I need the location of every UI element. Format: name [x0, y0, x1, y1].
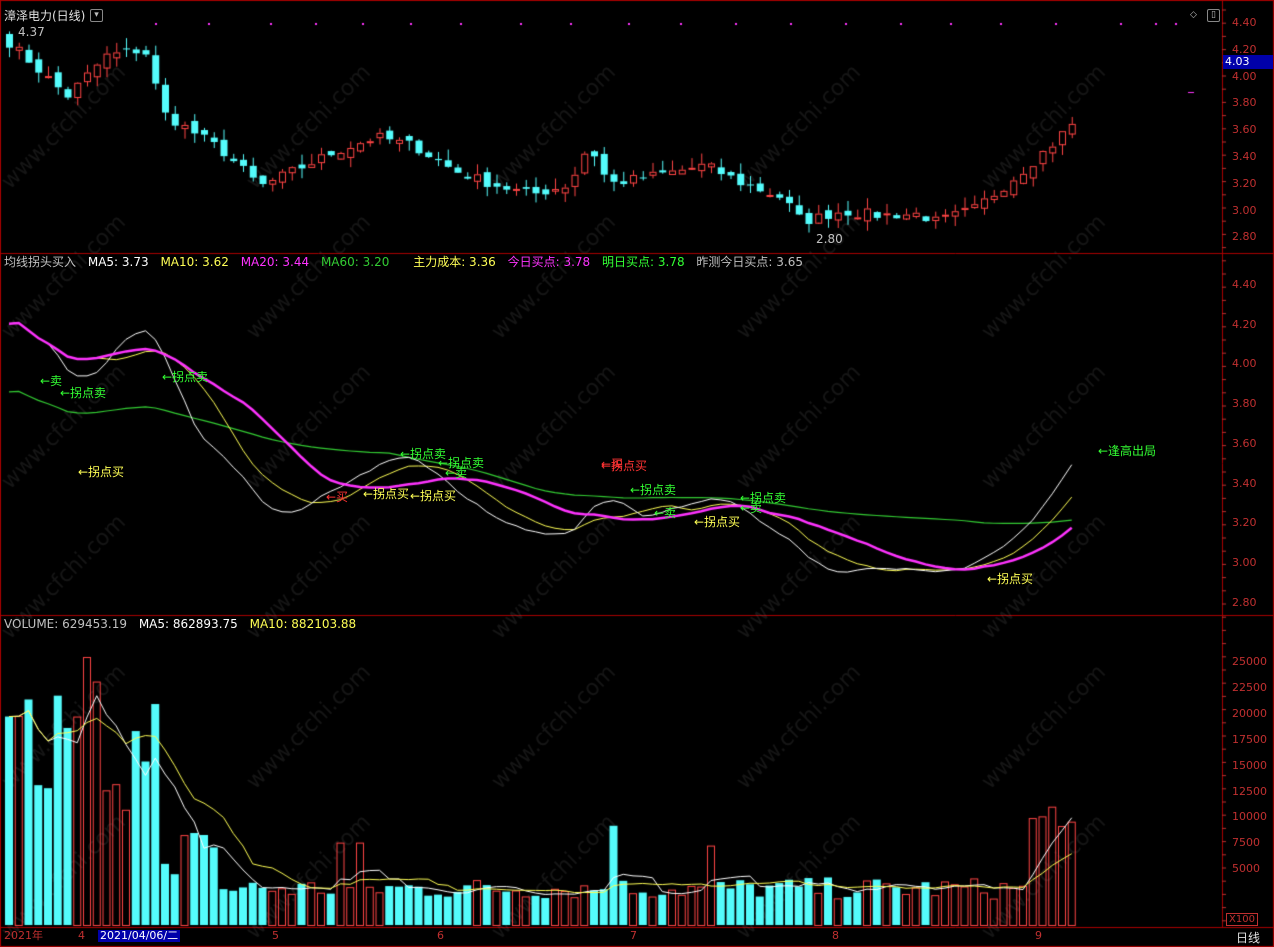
- date-tick: 2021年: [4, 929, 43, 942]
- indicator-axis-tick: 3.00: [1232, 555, 1257, 569]
- yesterday-guess-value: 昨测今日买点: 3.65: [696, 255, 803, 269]
- date-tick: 8: [832, 929, 839, 942]
- price-axis-tick: 2.80: [1232, 230, 1257, 244]
- date-tick: 9: [1035, 929, 1042, 942]
- date-tick: 7: [630, 929, 637, 942]
- ma5-value: MA5: 3.73: [87, 255, 149, 269]
- signal-sell: ←卖: [740, 501, 763, 515]
- price-low-label: 2.80: [816, 232, 843, 246]
- ma20-value: MA20: 3.44: [240, 255, 310, 269]
- stock-chart-canvas[interactable]: [0, 0, 1274, 947]
- volume-axis-tick: 7500: [1232, 836, 1260, 850]
- signal-redsig: ←买: [326, 490, 349, 504]
- price-high-label: 4.37: [18, 25, 45, 39]
- volume-unit: X100: [1226, 913, 1258, 926]
- signal-buy: ←拐点买: [694, 515, 741, 529]
- date-tick: 6: [437, 929, 444, 942]
- indicator-axis-tick: 4.00: [1232, 357, 1257, 371]
- signal-buy: ←拐点买: [78, 465, 125, 479]
- volume-axis-tick: 17500: [1232, 732, 1267, 746]
- price-axis-tick: 3.20: [1232, 176, 1257, 190]
- price-axis-tick: 4.20: [1232, 42, 1257, 56]
- main-cost-value: 主力成本: 3.36: [413, 255, 496, 269]
- indicator-axis-tick: 3.80: [1232, 397, 1257, 411]
- volume-header: VOLUME: 629453.19 MA5: 862893.75 MA10: 8…: [4, 617, 364, 631]
- indicator-axis-tick: 3.40: [1232, 476, 1257, 490]
- signal-sell: ←拐点卖: [162, 370, 209, 384]
- signal-sell: ←拐点卖: [60, 386, 107, 400]
- title-menu-icon[interactable]: ▾: [90, 9, 103, 22]
- chart-title-bar: 漳泽电力(日线): [4, 9, 93, 23]
- today-buy-value: 今日买点: 3.78: [507, 255, 591, 269]
- diamond-icon[interactable]: ◇: [1188, 10, 1199, 21]
- stock-title[interactable]: 漳泽电力(日线): [4, 9, 85, 23]
- price-axis-tick: 4.00: [1232, 69, 1257, 83]
- signal-redsig: ←拐点买: [601, 459, 648, 473]
- signal-sell: ←逢高出局: [1098, 444, 1157, 458]
- period-label[interactable]: 日线: [1236, 929, 1260, 946]
- signal-sell: ←拐点卖: [630, 483, 677, 497]
- indicator-axis-tick: 4.20: [1232, 317, 1257, 331]
- ma10-value: MA10: 3.62: [160, 255, 229, 269]
- price-axis-tick: 3.40: [1232, 150, 1257, 163]
- price-axis-tick: 3.80: [1232, 96, 1257, 110]
- price-axis-tick: 3.60: [1232, 123, 1257, 137]
- volume-axis-tick: 15000: [1232, 758, 1267, 772]
- volume-axis-tick: 22500: [1232, 680, 1267, 694]
- indicator-axis-tick: 4.40: [1232, 278, 1257, 291]
- signal-sell: ←卖: [40, 374, 63, 388]
- date-tick: 2021/04/06/二: [98, 929, 181, 942]
- volume-axis-tick: 20000: [1232, 706, 1267, 720]
- price-axis-tick: 4.40: [1232, 16, 1257, 29]
- signal-sell: ←卖: [654, 506, 677, 520]
- indicator-header: 均线拐头买入 MA5: 3.73 MA10: 3.62 MA20: 3.44 M…: [4, 255, 811, 269]
- signal-buy: ←拐点买: [410, 489, 457, 503]
- tomorrow-buy-value: 明日买点: 3.78: [602, 255, 685, 269]
- volume-ma10: MA10: 882103.88: [249, 617, 357, 631]
- window-toggle-icon[interactable]: ▯: [1207, 9, 1220, 22]
- indicator-axis-tick: 3.60: [1232, 436, 1257, 450]
- date-tick: 4: [78, 929, 85, 942]
- signal-buy: ←拐点买: [363, 487, 410, 501]
- volume-axis-tick: 10000: [1232, 810, 1267, 824]
- signal-buy: ←拐点买: [987, 572, 1034, 586]
- indicator-axis-tick: 3.20: [1232, 516, 1257, 530]
- price-axis-tick: 3.00: [1232, 203, 1257, 217]
- indicator-name[interactable]: 均线拐头买入: [4, 255, 76, 269]
- signal-sell: ←卖: [445, 466, 468, 480]
- indicator-axis-tick: 2.80: [1232, 595, 1257, 609]
- volume-label[interactable]: VOLUME: 629453.19: [4, 617, 127, 631]
- volume-axis-tick: 25000: [1232, 655, 1267, 668]
- current-price-box: 4.03: [1223, 55, 1273, 69]
- volume-axis-tick: 5000: [1232, 862, 1260, 876]
- volume-axis-tick: 12500: [1232, 784, 1267, 798]
- date-tick: 5: [272, 929, 279, 942]
- ma60-value: MA60: 3.20: [320, 255, 390, 269]
- volume-ma5: MA5: 862893.75: [138, 617, 238, 631]
